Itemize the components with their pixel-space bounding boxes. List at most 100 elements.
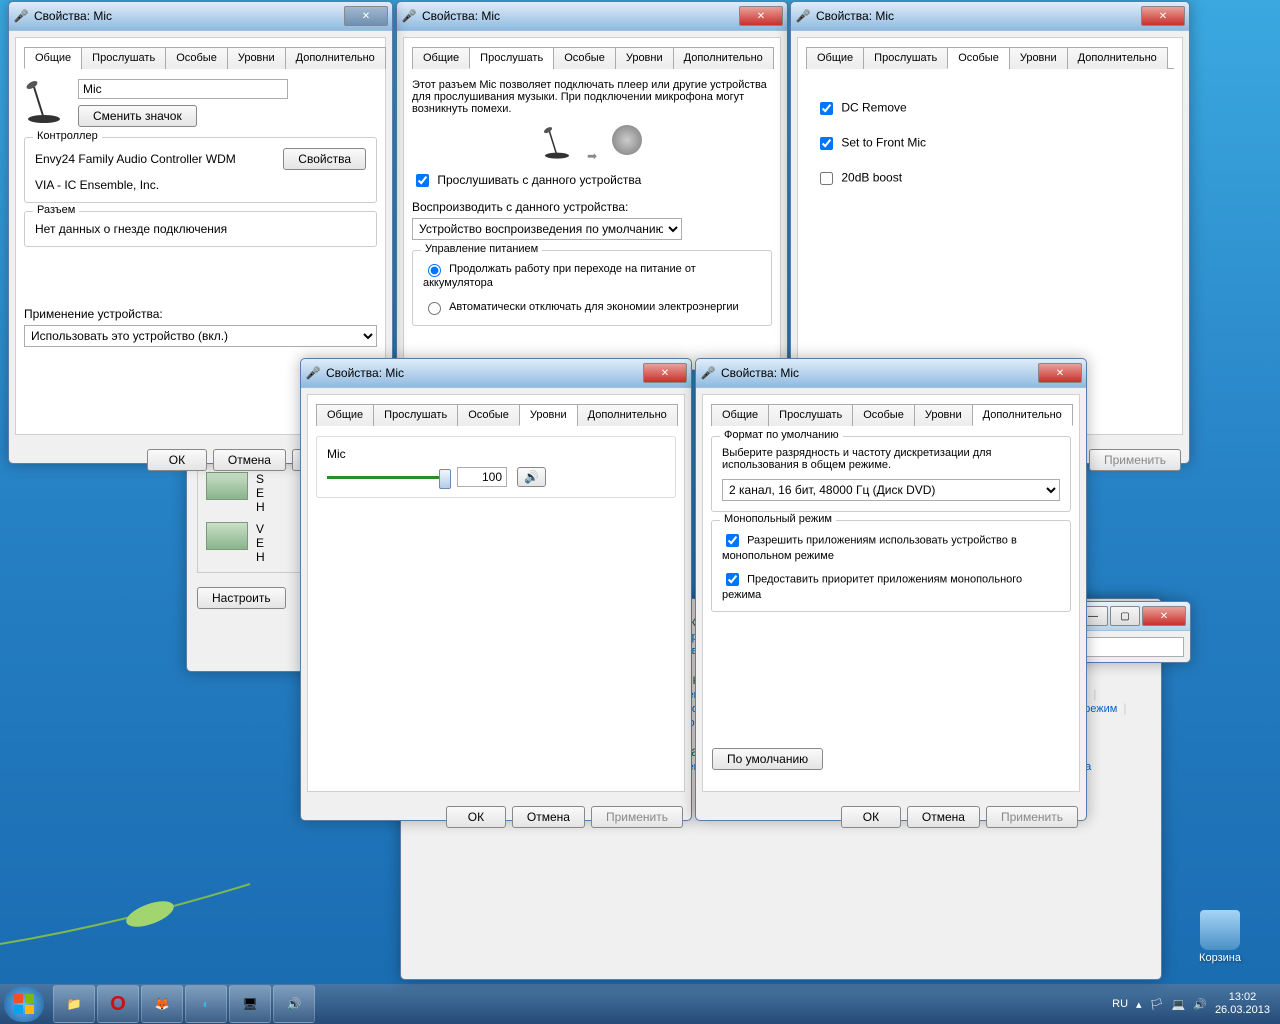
close-button[interactable]: ✕ [1141,6,1185,26]
tab-special[interactable]: Особые [457,404,520,426]
arrow-icon: ➡ [587,149,597,163]
apply-button[interactable]: Применить [591,806,683,828]
app-taskbar-icon[interactable]: ◐ [185,985,227,1023]
tab-special[interactable]: Особые [852,404,915,426]
tab-levels[interactable]: Уровни [519,404,578,426]
titlebar[interactable]: 🎤 Свойства: Mic ✕ [9,2,392,31]
recycle-bin[interactable]: Корзина [1190,910,1250,964]
listen-checkbox[interactable]: Прослушивать с данного устройства [412,173,641,187]
tray-date[interactable]: 26.03.2013 [1215,1004,1270,1017]
level-slider[interactable] [327,476,447,479]
tab-general[interactable]: Общие [711,404,769,426]
tab-levels[interactable]: Уровни [1009,47,1068,69]
mic-icon: 🎤 [305,365,321,381]
format-select[interactable]: 2 канал, 16 бит, 48000 Гц (Диск DVD) [722,479,1060,501]
close-button[interactable]: ✕ [739,6,783,26]
change-icon-button[interactable]: Сменить значок [78,105,197,127]
explorer-taskbar-icon[interactable]: 📁 [53,985,95,1023]
front-mic-checkbox[interactable]: Set to Front Mic [816,134,1164,153]
controller-name: Envy24 Family Audio Controller WDM [35,152,236,166]
default-button[interactable]: По умолчанию [712,748,823,770]
cp-search[interactable] [1084,637,1184,657]
boost-checkbox[interactable]: 20dB boost [816,169,1164,188]
tab-levels[interactable]: Уровни [914,404,973,426]
control-panel-taskbar-icon[interactable]: 🖥 [229,985,271,1023]
playback-select[interactable]: Устройство воспроизведения по умолчанию [412,218,682,240]
tab-general[interactable]: Общие [24,47,82,69]
tab-levels[interactable]: Уровни [615,47,674,69]
opera-taskbar-icon[interactable]: O [97,985,139,1023]
exclusive-opt1[interactable]: Разрешить приложениям использовать устро… [722,531,1060,562]
mic-large-icon [24,79,64,124]
level-label: Mic [327,447,665,461]
leaf-decoration [0,864,260,984]
tab-special[interactable]: Особые [947,47,1010,69]
usage-label: Применение устройства: [24,307,377,321]
cancel-button[interactable]: Отмена [512,806,585,828]
firefox-taskbar-icon[interactable]: 🦊 [141,985,183,1023]
start-button[interactable] [4,986,44,1022]
sound-taskbar-icon[interactable]: 🔊 [273,985,315,1023]
tab-advanced[interactable]: Дополнительно [577,404,678,426]
properties-button[interactable]: Свойства [283,148,366,170]
close-button[interactable]: ✕ [1038,363,1082,383]
ok-button[interactable]: ОК [446,806,506,828]
mic-icon: 🎤 [795,8,811,24]
close-button[interactable]: ✕ [1142,606,1186,626]
power-opt1[interactable]: Продолжать работу при переходе на питани… [423,261,761,289]
tray-volume-icon[interactable]: 🔊 [1193,998,1207,1011]
tray-flag-icon[interactable]: ▴ [1136,998,1142,1011]
window-title: Свойства: Mic [721,366,1038,380]
speaker-icon [612,125,642,155]
ok-button[interactable]: ОК [147,449,207,471]
exclusive-opt2[interactable]: Предоставить приоритет приложениям моноп… [722,570,1060,601]
soundcard-icon [206,522,248,550]
power-mgmt-label: Управление питанием [421,243,542,255]
dc-remove-checkbox[interactable]: DC Remove [816,99,1164,118]
tab-general[interactable]: Общие [806,47,864,69]
level-value[interactable] [457,467,507,487]
mute-button[interactable]: 🔊 [517,467,546,487]
format-group-label: Формат по умолчанию [720,429,843,441]
taskbar: 📁 O 🦊 ◐ 🖥 🔊 RU ▴ 🏳 💻 🔊 13:02 26.03.2013 [0,984,1280,1024]
ok-button[interactable]: ОК [841,806,901,828]
maximize-button[interactable]: ▢ [1110,606,1140,626]
format-desc: Выберите разрядность и частоту дискретиз… [722,447,1060,471]
mic-icon [542,125,572,160]
tray-network-icon[interactable]: 💻 [1172,998,1186,1011]
tab-general[interactable]: Общие [412,47,470,69]
tray-lang[interactable]: RU [1112,998,1128,1010]
tab-listen[interactable]: Прослушать [469,47,554,69]
close-button[interactable]: ✕ [643,363,687,383]
configure-button[interactable]: Настроить [197,587,286,609]
tab-advanced[interactable]: Дополнительно [673,47,774,69]
tab-special[interactable]: Особые [165,47,228,69]
tab-listen[interactable]: Прослушать [863,47,948,69]
tab-listen[interactable]: Прослушать [81,47,166,69]
tab-listen[interactable]: Прослушать [768,404,853,426]
tab-levels[interactable]: Уровни [227,47,286,69]
tab-listen[interactable]: Прослушать [373,404,458,426]
tab-special[interactable]: Особые [553,47,616,69]
tab-general[interactable]: Общие [316,404,374,426]
cancel-button[interactable]: Отмена [907,806,980,828]
window-title: Свойства: Mic [816,9,1141,23]
usage-select[interactable]: Использовать это устройство (вкл.) [24,325,377,347]
close-button[interactable]: ✕ [344,6,388,26]
window-title: Свойства: Mic [34,9,344,23]
playback-label: Воспроизводить с данного устройства: [412,200,772,214]
tab-advanced[interactable]: Дополнительно [1067,47,1168,69]
tray-time[interactable]: 13:02 [1215,991,1270,1004]
apply-button[interactable]: Применить [986,806,1078,828]
tray-action-center-icon[interactable]: 🏳 [1150,998,1164,1011]
cancel-button[interactable]: Отмена [213,449,286,471]
exclusive-group-label: Монопольный режим [720,513,836,525]
device-name-input[interactable] [78,79,288,99]
tab-advanced[interactable]: Дополнительно [285,47,386,69]
window-title: Свойства: Mic [422,9,739,23]
power-opt2[interactable]: Автоматически отключать для экономии эле… [423,299,761,315]
apply-button[interactable]: Применить [1089,449,1181,471]
connector-label: Разъем [33,204,79,216]
tab-advanced[interactable]: Дополнительно [972,404,1073,426]
speaker-icon: 🔊 [524,470,539,484]
